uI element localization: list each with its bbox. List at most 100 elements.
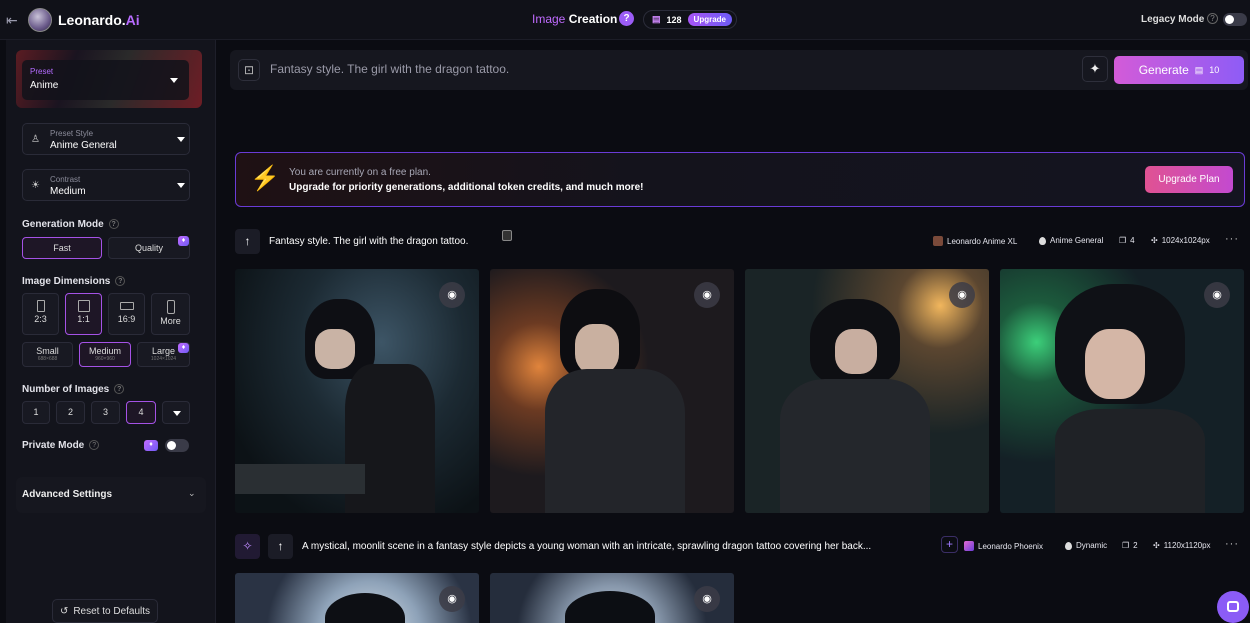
prompt-enhance-icon[interactable]: ✦ — [1082, 56, 1108, 82]
banner-line-2: Upgrade for priority generations, additi… — [289, 182, 644, 193]
more-options-icon[interactable]: ··· — [1225, 233, 1239, 245]
help-icon[interactable]: ? — [115, 276, 126, 287]
chevron-down-icon: ⌄ — [188, 488, 196, 498]
generated-image[interactable]: ◉ — [1000, 269, 1244, 513]
token-balance[interactable]: ▤ 128 Upgrade — [643, 10, 737, 29]
contrast-select[interactable]: ☀ Contrast Medium — [22, 169, 190, 201]
mode-fast-button[interactable]: Fast — [22, 237, 102, 259]
preset-style-select[interactable]: ♙ Preset Style Anime General — [22, 123, 190, 155]
images-icon: ❐ — [1122, 541, 1130, 550]
ratio-2-3-button[interactable]: 2:3 — [22, 293, 59, 335]
private-mode-toggle[interactable] — [165, 439, 189, 452]
ratio-16-9-button[interactable]: 16:9 — [108, 293, 145, 335]
legacy-mode-toggle[interactable] — [1223, 13, 1247, 26]
model-name: Leonardo Anime XL — [947, 236, 1018, 246]
user-avatar[interactable] — [28, 8, 52, 32]
style-drop-icon — [1039, 236, 1046, 245]
images-icon: ❐ — [1119, 236, 1127, 245]
generated-image[interactable]: ◉ — [745, 269, 989, 513]
chevron-down-icon — [177, 183, 185, 188]
preset-value: Anime — [30, 80, 59, 91]
token-icon: ▤ — [652, 14, 661, 24]
generation-header-2: ✧ ↑ A mystical, moonlit scene in a fanta… — [235, 534, 1245, 560]
generated-image[interactable]: ◉ — [235, 573, 479, 623]
page-title: Image Creation — [532, 12, 617, 26]
top-bar: ⇤ Leonardo.Ai Image Creation ? ▤ 128 Upg… — [0, 0, 1250, 40]
generated-image[interactable]: ◉ — [490, 573, 734, 623]
size-small-button[interactable]: Small 688×688 — [22, 342, 73, 367]
reset-defaults-button[interactable]: ↺ Reset to Defaults — [52, 599, 158, 623]
generated-image[interactable]: ◉ — [490, 269, 734, 513]
advanced-settings-accordion[interactable]: Advanced Settings ⌄ — [16, 477, 206, 513]
image-dimensions-heading: Image Dimensions? — [22, 276, 126, 287]
reuse-prompt-icon[interactable]: ↑ — [235, 229, 260, 254]
reset-label: Reset to Defaults — [73, 605, 151, 617]
chat-support-icon[interactable] — [1217, 591, 1249, 623]
eye-icon[interactable]: ◉ — [439, 586, 465, 612]
upgrade-plan-button[interactable]: Upgrade Plan — [1145, 166, 1233, 193]
count-1-button[interactable]: 1 — [22, 401, 50, 424]
generated-image[interactable]: ◉ — [235, 269, 479, 513]
style-tag: Anime General — [1039, 236, 1103, 245]
resize-icon: ✣ — [1151, 236, 1158, 245]
preset-style-label: Preset Style — [50, 129, 94, 138]
help-icon[interactable]: ? — [89, 440, 100, 451]
eye-icon[interactable]: ◉ — [949, 282, 975, 308]
ratio-label: 2:3 — [34, 314, 47, 324]
preset-selector[interactable]: Preset Anime — [16, 50, 202, 108]
reuse-prompt-icon[interactable]: ↑ — [268, 534, 293, 559]
number-of-images-heading: Number of Images? — [22, 384, 125, 395]
image-size: 1024x1024px — [1161, 236, 1210, 245]
count-more-button[interactable] — [162, 401, 190, 424]
add-icon[interactable]: + — [941, 536, 958, 553]
banner-line-1: You are currently on a free plan. — [289, 167, 431, 178]
size-label: Small — [36, 346, 59, 356]
style-name: Dynamic — [1076, 541, 1108, 550]
private-mode-heading: Private Mode? — [22, 440, 100, 451]
size-medium-button[interactable]: Medium 960×960 — [79, 342, 131, 367]
image-dimensions-text: Image Dimensions — [22, 276, 111, 287]
page-title-a: Image — [532, 12, 566, 26]
count-2-button[interactable]: 2 — [56, 401, 85, 424]
model-thumb-icon — [933, 236, 943, 246]
generate-cost: 10 — [1209, 65, 1220, 75]
ratio-label: More — [160, 316, 181, 326]
eye-icon[interactable]: ◉ — [439, 282, 465, 308]
back-arrow-icon[interactable]: ⇤ — [6, 12, 18, 29]
eye-icon[interactable]: ◉ — [1204, 282, 1230, 308]
reset-icon: ↺ — [59, 605, 69, 617]
help-icon[interactable]: ? — [108, 219, 119, 230]
lightning-icon: ⚡ — [250, 165, 280, 192]
chevron-down-icon — [173, 411, 181, 416]
count-3-button[interactable]: 3 — [91, 401, 120, 424]
eye-icon[interactable]: ◉ — [694, 586, 720, 612]
magic-wand-icon[interactable]: ✧ — [235, 534, 260, 559]
chevron-down-icon — [170, 78, 178, 83]
mode-quality-label: Quality — [134, 243, 163, 253]
number-of-images-text: Number of Images — [22, 384, 110, 395]
prompt-input[interactable]: Fantasy style. The girl with the dragon … — [270, 62, 509, 76]
premium-gem-icon: ♦ — [144, 440, 158, 451]
sun-icon: ☀ — [31, 180, 40, 191]
phone-ratio-icon — [166, 300, 175, 314]
premium-gem-icon: ♦ — [178, 343, 189, 353]
ratio-1-1-button[interactable]: 1:1 — [65, 293, 102, 335]
generate-button[interactable]: Generate ▤ 10 — [1114, 56, 1244, 84]
ratio-more-button[interactable]: More — [151, 293, 190, 335]
generation-prompt: A mystical, moonlit scene in a fantasy s… — [302, 541, 872, 552]
image-prompt-icon[interactable]: ⊡ — [238, 59, 260, 81]
resize-icon: ✣ — [1153, 541, 1160, 550]
more-options-icon[interactable]: ··· — [1225, 538, 1239, 550]
help-icon[interactable]: ? — [619, 11, 634, 26]
generation-prompt: Fantasy style. The girl with the dragon … — [269, 236, 469, 247]
upgrade-button[interactable]: Upgrade — [687, 13, 732, 26]
copy-icon[interactable] — [502, 230, 512, 241]
count-4-button[interactable]: 4 — [126, 401, 156, 424]
eye-icon[interactable]: ◉ — [694, 282, 720, 308]
brand-logo[interactable]: Leonardo.Ai — [58, 12, 140, 28]
style-tag: Dynamic — [1065, 541, 1107, 550]
legacy-help-icon[interactable]: ? — [1207, 13, 1218, 24]
generation-mode-heading: Generation Mode? — [22, 219, 119, 230]
square-ratio-icon — [77, 300, 90, 312]
help-icon[interactable]: ? — [114, 384, 125, 395]
